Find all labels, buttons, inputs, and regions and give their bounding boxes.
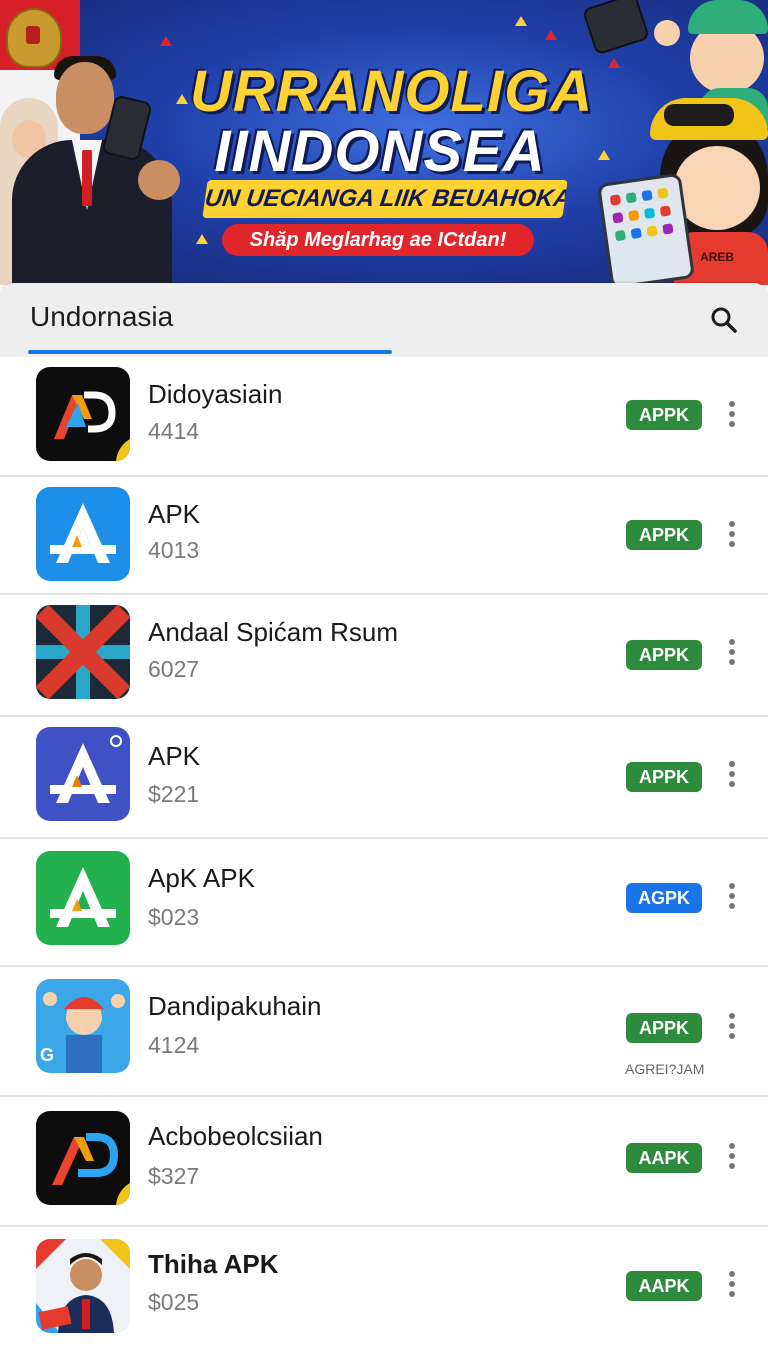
svg-text:G: G (40, 1045, 54, 1065)
banner-cta-button[interactable]: Shăp Meglarhag ae ICtdan! (222, 224, 534, 256)
app-subtext: 4414 (148, 418, 200, 444)
apk-badge[interactable]: APPK (626, 400, 702, 430)
more-options-icon[interactable] (724, 883, 740, 913)
app-list: Didoyasiain 4414 APPK APK 4013 APPK Anda… (0, 357, 768, 1357)
more-options-icon[interactable] (724, 1271, 740, 1301)
banner-title-line1: URRANOLIGA (190, 59, 594, 124)
man-tie (82, 150, 92, 206)
apk-badge[interactable]: AAPK (626, 1143, 702, 1173)
active-tab-indicator (28, 350, 392, 354)
app-dot (641, 189, 653, 202)
list-item[interactable]: Andaal Spićam Rsum 6027 APPK (0, 595, 768, 717)
app-subtext: $025 (148, 1289, 200, 1315)
confetti-shape (196, 234, 208, 244)
app-subtext: $023 (148, 904, 200, 930)
banner-subtitle: UN UECIANGA LIIK BEUAHOKA (202, 180, 568, 218)
a-logo-icon (36, 727, 130, 821)
apk-badge[interactable]: AAPK (626, 1271, 702, 1301)
more-options-icon[interactable] (724, 1143, 740, 1173)
app-name[interactable]: APK (148, 499, 200, 530)
banner-title-line2: IINDONSEA (214, 119, 546, 184)
app-dot (612, 212, 624, 224)
shirt-text: AREB (700, 250, 735, 264)
app-dot (630, 227, 642, 240)
app-name[interactable]: Andaal Spićam Rsum (148, 617, 398, 648)
kid-arm (654, 20, 680, 46)
app-dot (657, 187, 669, 199)
app-dot (614, 229, 627, 242)
app-dot (643, 207, 656, 219)
apk-badge[interactable]: APPK (626, 640, 702, 670)
app-name[interactable]: Dandipakuhain (148, 991, 321, 1022)
app-name[interactable]: Acbobeolcsiian (148, 1121, 323, 1152)
a-logo-icon (36, 487, 130, 581)
list-item[interactable]: G Dandipakuhain 4124 APPK AGREI?JAM (0, 967, 768, 1097)
confetti-shape (515, 16, 527, 26)
confetti-shape (176, 94, 188, 104)
ap-logo-icon (36, 367, 130, 461)
app-dot (662, 223, 674, 235)
app-dot (625, 192, 637, 204)
man-portrait-icon (36, 1239, 130, 1333)
cartoon-kid-icon: G (36, 979, 130, 1073)
list-item[interactable]: Acbobeolcsiian $327 AAPK (0, 1097, 768, 1227)
kid-hat (688, 0, 768, 34)
app-dot (659, 205, 672, 217)
list-item[interactable]: APK 4013 APPK (0, 477, 768, 595)
more-options-icon[interactable] (724, 521, 740, 551)
sunglasses-icon (664, 104, 734, 126)
smartphone-icon (597, 172, 695, 285)
apk-badge[interactable]: APPK (626, 1013, 702, 1043)
confetti-shape (160, 36, 172, 46)
a-logo-icon (36, 851, 130, 945)
app-name[interactable]: ApK APK (148, 863, 255, 894)
ap-logo-icon (36, 1111, 130, 1205)
app-dot (609, 194, 622, 206)
confetti-shape (608, 58, 620, 68)
promo-banner[interactable]: URRANOLIGA IINDONSEA UN UECIANGA LIIK BE… (0, 0, 768, 285)
phone-icon (581, 0, 651, 56)
app-subtext: 4013 (148, 537, 200, 563)
app-dot (646, 225, 658, 237)
confetti-shape (598, 150, 610, 160)
girl-face (674, 146, 760, 230)
app-dot (628, 209, 640, 222)
list-item[interactable]: APK $221 APPK (0, 717, 768, 839)
apk-badge[interactable]: APPK (626, 762, 702, 792)
item-caption: AGREI?JAM (625, 1061, 705, 1077)
search-query-text[interactable]: Undornasia (30, 301, 173, 333)
confetti-shape (545, 30, 557, 40)
app-subtext: $221 (148, 781, 200, 807)
man-head (56, 62, 114, 134)
app-subtext: 6027 (148, 656, 200, 682)
app-name[interactable]: Thiha APK (148, 1249, 278, 1280)
app-name[interactable]: APK (148, 741, 200, 772)
app-subtext: 4124 (148, 1032, 200, 1058)
more-options-icon[interactable] (724, 1013, 740, 1043)
app-name[interactable]: Didoyasiain (148, 379, 282, 410)
crossed-out-logo-icon (36, 605, 130, 699)
app-subtext: $327 (148, 1163, 200, 1189)
more-options-icon[interactable] (724, 761, 740, 791)
apk-badge[interactable]: APPK (626, 520, 702, 550)
search-icon[interactable] (704, 300, 744, 340)
apk-badge[interactable]: AGPK (626, 883, 702, 913)
search-bar[interactable]: Undornasia (0, 283, 768, 358)
man-hand (138, 160, 180, 200)
list-item[interactable]: ApK APK $023 AGPK (0, 839, 768, 967)
more-options-icon[interactable] (724, 401, 740, 431)
list-item[interactable]: Didoyasiain 4414 APPK (0, 357, 768, 477)
more-options-icon[interactable] (724, 639, 740, 669)
garuda-emblem-icon (6, 8, 62, 68)
list-item[interactable]: Thiha APK $025 AAPK (0, 1227, 768, 1357)
